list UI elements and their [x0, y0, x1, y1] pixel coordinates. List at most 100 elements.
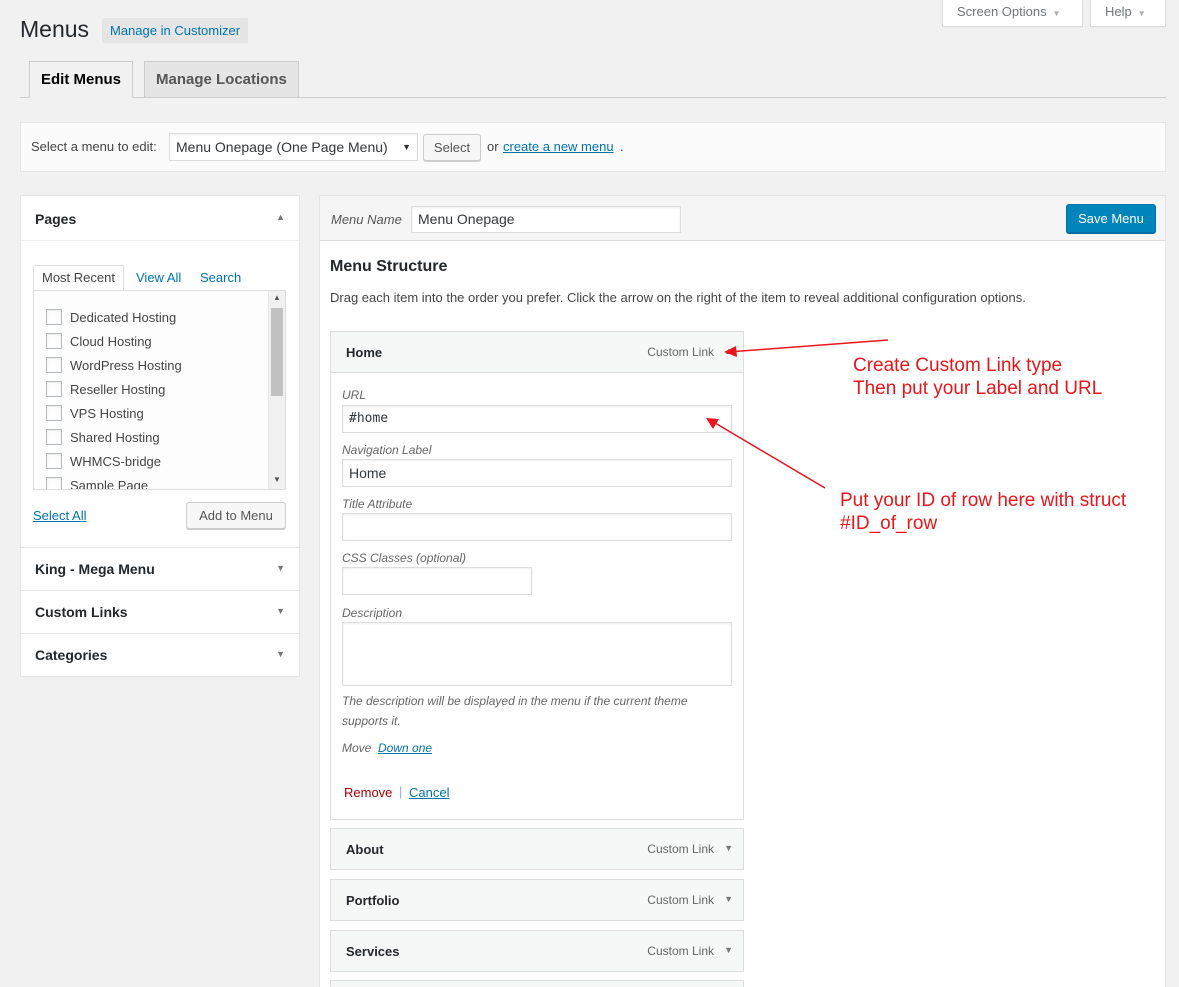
- checkbox[interactable]: [46, 477, 62, 489]
- menu-item-settings: URL #home Navigation Label Home Title At…: [330, 373, 744, 820]
- add-to-menu-button[interactable]: Add to Menu: [186, 502, 286, 529]
- title-attribute-input[interactable]: [342, 513, 732, 541]
- caret-down-icon: ▼: [1137, 9, 1146, 18]
- cancel-link[interactable]: Cancel: [409, 785, 449, 800]
- accordion-custom-links[interactable]: Custom Links ▼: [20, 591, 300, 634]
- annotation-line: Create Custom Link type: [853, 355, 1063, 376]
- screen-options-button[interactable]: Screen Options ▼: [942, 0, 1083, 27]
- css-classes-input[interactable]: [342, 567, 532, 595]
- list-item[interactable]: Reseller Hosting: [46, 379, 165, 399]
- scroll-up-icon[interactable]: ▲: [273, 293, 281, 302]
- checkbox[interactable]: [46, 381, 62, 397]
- accordion-title: Custom Links: [35, 604, 128, 620]
- list-item[interactable]: WordPress Hosting: [46, 355, 182, 375]
- tab-most-recent[interactable]: Most Recent: [33, 265, 124, 291]
- chevron-down-icon[interactable]: ▼: [724, 843, 733, 853]
- menu-item-title: Portfolio: [346, 893, 400, 908]
- chevron-down-icon[interactable]: ▼: [276, 649, 285, 659]
- menu-item-type: Custom Link: [647, 842, 714, 856]
- menu-select-value: Menu Onepage (One Page Menu): [176, 139, 388, 155]
- checkbox[interactable]: [46, 357, 62, 373]
- list-item[interactable]: Shared Hosting: [46, 427, 160, 447]
- annotation-line: Put your ID of row here with struct: [840, 490, 1127, 511]
- menu-item-type: Custom Link: [647, 944, 714, 958]
- scroll-down-icon[interactable]: ▼: [273, 475, 281, 484]
- chevron-down-icon[interactable]: ▼: [724, 945, 733, 955]
- manage-menus-bar: Select a menu to edit: Menu Onepage (One…: [20, 122, 1166, 172]
- menu-name-label: Menu Name: [331, 212, 402, 227]
- menu-name-input[interactable]: Menu Onepage: [411, 206, 681, 233]
- menu-item-portfolio[interactable]: Portfolio Custom Link ▼: [330, 879, 744, 921]
- period-text: .: [620, 139, 624, 154]
- page-label: WordPress Hosting: [70, 357, 182, 373]
- help-button[interactable]: Help ▼: [1090, 0, 1166, 27]
- menu-item-home-header[interactable]: Home Custom Link ▲: [330, 331, 744, 373]
- caret-down-icon: ▼: [1052, 9, 1061, 18]
- save-menu-button[interactable]: Save Menu: [1066, 204, 1156, 233]
- url-input[interactable]: #home: [342, 405, 732, 433]
- checkbox[interactable]: [46, 405, 62, 421]
- chevron-down-icon: ▼: [402, 142, 411, 152]
- checkbox[interactable]: [46, 453, 62, 469]
- menu-item-about[interactable]: About Custom Link ▼: [330, 828, 744, 870]
- list-item[interactable]: VPS Hosting: [46, 403, 144, 423]
- scrollbar[interactable]: ▲ ▼: [268, 291, 285, 489]
- pages-checklist: Dedicated Hosting Cloud Hosting WordPres…: [33, 290, 286, 490]
- accordion-categories[interactable]: Categories ▼: [20, 634, 300, 677]
- select-all-link[interactable]: Select All: [33, 508, 86, 523]
- description-textarea[interactable]: [342, 622, 732, 686]
- select-button[interactable]: Select: [423, 134, 481, 161]
- page-label: Cloud Hosting: [70, 333, 152, 349]
- annotation-row-id: Put your ID of row here with struct #ID_…: [840, 489, 1126, 535]
- menu-item-services[interactable]: Services Custom Link ▼: [330, 930, 744, 972]
- accordion-title: Categories: [35, 647, 108, 663]
- move-down-one-link[interactable]: Down one: [378, 741, 432, 755]
- select-menu-label: Select a menu to edit:: [31, 139, 157, 154]
- chevron-down-icon[interactable]: ▼: [276, 563, 285, 573]
- menu-item-title: Home: [346, 345, 383, 360]
- tab-view-all[interactable]: View All: [136, 270, 181, 285]
- description-label: Description: [342, 606, 403, 620]
- menu-item-type: Custom Link: [647, 345, 714, 359]
- help-label: Help: [1105, 4, 1132, 19]
- menu-item-next[interactable]: [330, 980, 744, 987]
- manage-in-customizer-button[interactable]: Manage in Customizer: [102, 18, 249, 43]
- list-item[interactable]: Sample Page: [46, 475, 148, 489]
- checkbox[interactable]: [46, 429, 62, 445]
- chevron-down-icon[interactable]: ▼: [276, 606, 285, 616]
- page-label: WHMCS-bridge: [70, 453, 162, 469]
- menu-item-title: Services: [346, 944, 400, 959]
- tab-edit-menus[interactable]: Edit Menus: [29, 61, 134, 98]
- list-item[interactable]: Dedicated Hosting: [46, 307, 176, 327]
- page-label: VPS Hosting: [70, 405, 144, 421]
- scroll-thumb[interactable]: [271, 308, 283, 396]
- list-item[interactable]: WHMCS-bridge: [46, 451, 161, 471]
- screen-options-label: Screen Options: [957, 4, 1047, 19]
- page-label: Reseller Hosting: [70, 381, 166, 397]
- menu-select[interactable]: Menu Onepage (One Page Menu) ▼: [169, 133, 418, 161]
- checkbox[interactable]: [46, 309, 62, 325]
- title-attribute-label: Title Attribute: [342, 497, 413, 511]
- menu-item-title: About: [346, 842, 384, 857]
- accordion-title: King - Mega Menu: [35, 561, 155, 577]
- or-text: or: [487, 139, 499, 154]
- annotation-line: #ID_of_row: [840, 513, 938, 534]
- navigation-label-input[interactable]: Home: [342, 459, 732, 487]
- chevron-up-icon[interactable]: ▲: [276, 212, 285, 222]
- menu-item-type: Custom Link: [647, 893, 714, 907]
- chevron-down-icon[interactable]: ▼: [724, 894, 733, 904]
- accordion-king-mega-menu[interactable]: King - Mega Menu ▼: [20, 548, 300, 591]
- pages-box-header[interactable]: Pages ▲: [21, 196, 299, 241]
- create-new-menu-link[interactable]: create a new menu: [503, 139, 614, 154]
- tab-search[interactable]: Search: [200, 270, 241, 285]
- list-item[interactable]: Cloud Hosting: [46, 331, 152, 351]
- menu-structure-title: Menu Structure: [330, 258, 448, 275]
- checkbox[interactable]: [46, 333, 62, 349]
- menu-structure-description: Drag each item into the order you prefer…: [330, 290, 1026, 305]
- chevron-up-icon[interactable]: ▲: [724, 346, 733, 356]
- page-label: Dedicated Hosting: [70, 309, 177, 325]
- css-classes-label: CSS Classes (optional): [342, 551, 467, 565]
- annotation-custom-link: Create Custom Link type Then put your La…: [853, 354, 1102, 400]
- remove-link[interactable]: Remove: [344, 785, 392, 800]
- tab-manage-locations[interactable]: Manage Locations: [144, 61, 299, 98]
